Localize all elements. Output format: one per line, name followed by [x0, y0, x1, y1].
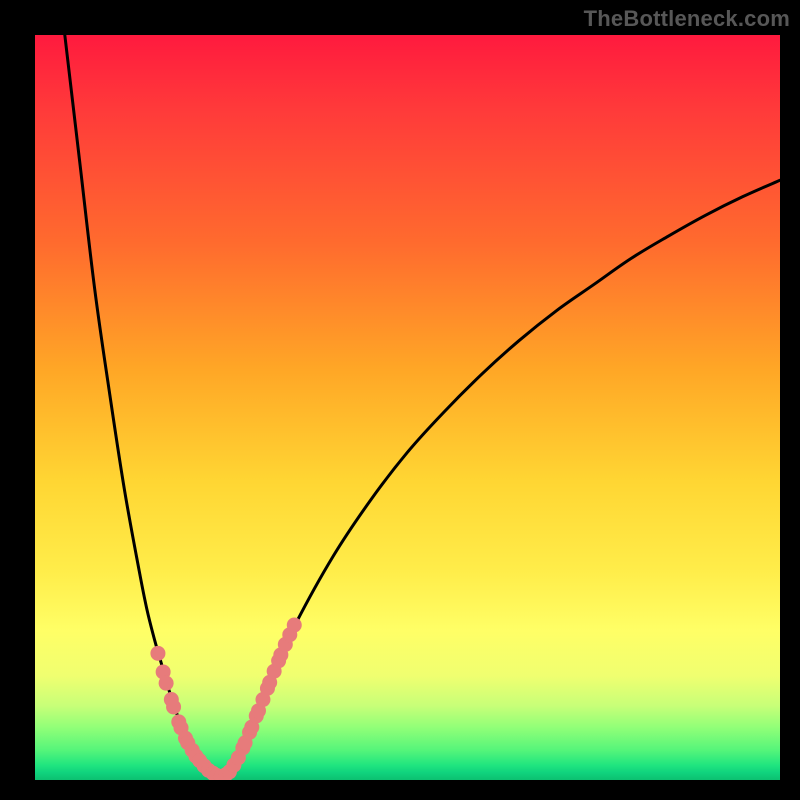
data-marker: [287, 618, 302, 633]
series-right-branch: [221, 180, 780, 776]
plot-area: [35, 35, 780, 780]
data-marker: [150, 646, 165, 661]
chart-frame: TheBottleneck.com: [0, 0, 800, 800]
data-marker: [159, 676, 174, 691]
series-left-branch: [65, 35, 214, 776]
watermark-label: TheBottleneck.com: [584, 6, 790, 32]
data-marker: [166, 699, 181, 714]
chart-svg: [35, 35, 780, 780]
